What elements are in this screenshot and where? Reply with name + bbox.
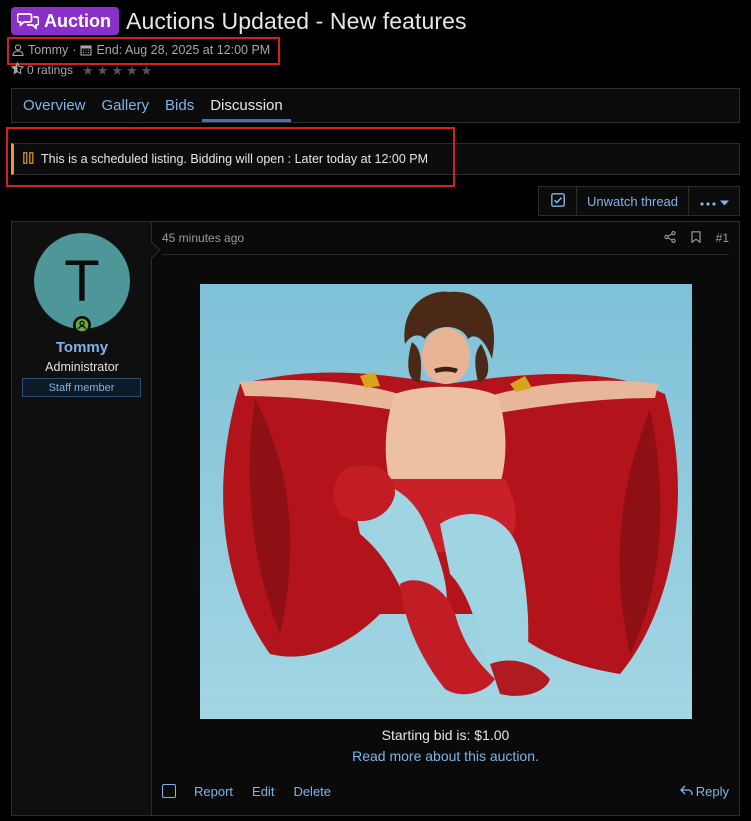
report-link[interactable]: Report bbox=[194, 784, 233, 799]
prefix-label: Auction bbox=[44, 10, 111, 31]
chat-bubbles-icon bbox=[17, 12, 39, 30]
reply-icon bbox=[679, 784, 693, 799]
thread-author-link[interactable]: Tommy bbox=[28, 43, 68, 57]
tab-discussion[interactable]: Discussion bbox=[202, 89, 291, 122]
rating-stars[interactable]: ★ ★ ★ ★ ★ bbox=[82, 64, 152, 77]
user-icon bbox=[12, 44, 24, 56]
reply-label: Reply bbox=[695, 783, 729, 799]
post-timestamp[interactable]: 45 minutes ago bbox=[162, 231, 244, 245]
share-icon[interactable] bbox=[663, 230, 676, 246]
page-title: Auctions Updated - New features bbox=[126, 7, 467, 34]
user-title: Administrator bbox=[45, 360, 119, 374]
star-half-icon bbox=[10, 61, 25, 78]
star-icon[interactable]: ★ bbox=[111, 64, 123, 77]
notice-highlight-outline bbox=[6, 127, 455, 187]
auction-prefix-badge[interactable]: Auction bbox=[11, 7, 119, 35]
tab-gallery[interactable]: Gallery bbox=[94, 89, 158, 122]
avatar[interactable]: T bbox=[34, 233, 130, 329]
delete-link[interactable]: Delete bbox=[293, 784, 331, 799]
auction-end-date: End: Aug 28, 2025 at 12:00 PM bbox=[96, 43, 271, 57]
more-options-button[interactable] bbox=[689, 187, 739, 215]
thread-action-bar: Unwatch thread bbox=[538, 186, 740, 216]
post-content: 45 minutes ago #1 Starting bid is: $1.00… bbox=[152, 222, 739, 815]
reply-button[interactable]: Reply bbox=[679, 783, 729, 799]
ellipsis-icon bbox=[699, 194, 716, 209]
post-header: 45 minutes ago #1 bbox=[162, 222, 729, 255]
chevron-down-icon bbox=[719, 194, 729, 209]
post-header-actions: #1 bbox=[663, 230, 729, 246]
thread-title-row: Auction Auctions Updated - New features bbox=[11, 6, 467, 36]
ratings-row: 0 ratings ★ ★ ★ ★ ★ bbox=[10, 61, 152, 78]
calendar-icon bbox=[80, 44, 93, 56]
thread-meta: Tommy · End: Aug 28, 2025 at 12:00 PM bbox=[12, 43, 270, 57]
select-thread-button[interactable] bbox=[539, 187, 577, 215]
star-icon[interactable]: ★ bbox=[141, 64, 153, 77]
post-username[interactable]: Tommy bbox=[12, 339, 152, 356]
listing-tabs: Overview Gallery Bids Discussion bbox=[11, 88, 740, 123]
staff-member-badge: Staff member bbox=[22, 378, 141, 397]
post-user-panel: T Tommy Administrator Staff member bbox=[12, 222, 161, 815]
select-post-checkbox[interactable] bbox=[162, 784, 176, 798]
bookmark-icon[interactable] bbox=[691, 230, 701, 246]
online-status-icon bbox=[73, 316, 91, 334]
edit-link[interactable]: Edit bbox=[252, 784, 274, 799]
star-icon[interactable]: ★ bbox=[82, 64, 94, 77]
post-message: T Tommy Administrator Staff member 45 mi… bbox=[11, 221, 740, 816]
starting-bid-text: Starting bid is: $1.00 bbox=[381, 727, 510, 743]
unwatch-thread-button[interactable]: Unwatch thread bbox=[577, 187, 689, 215]
post-number[interactable]: #1 bbox=[716, 231, 729, 245]
read-more-link[interactable]: Read more about this auction. bbox=[152, 748, 739, 764]
ratings-count: 0 ratings bbox=[27, 63, 74, 77]
star-icon[interactable]: ★ bbox=[126, 64, 138, 77]
tab-overview[interactable]: Overview bbox=[15, 89, 94, 122]
tab-bids[interactable]: Bids bbox=[157, 89, 202, 122]
meta-separator: · bbox=[72, 43, 77, 57]
star-icon[interactable]: ★ bbox=[97, 64, 109, 77]
checkbox-icon bbox=[550, 192, 565, 210]
post-footer: Report Edit Delete Reply bbox=[162, 780, 729, 802]
auction-image[interactable] bbox=[200, 284, 692, 719]
